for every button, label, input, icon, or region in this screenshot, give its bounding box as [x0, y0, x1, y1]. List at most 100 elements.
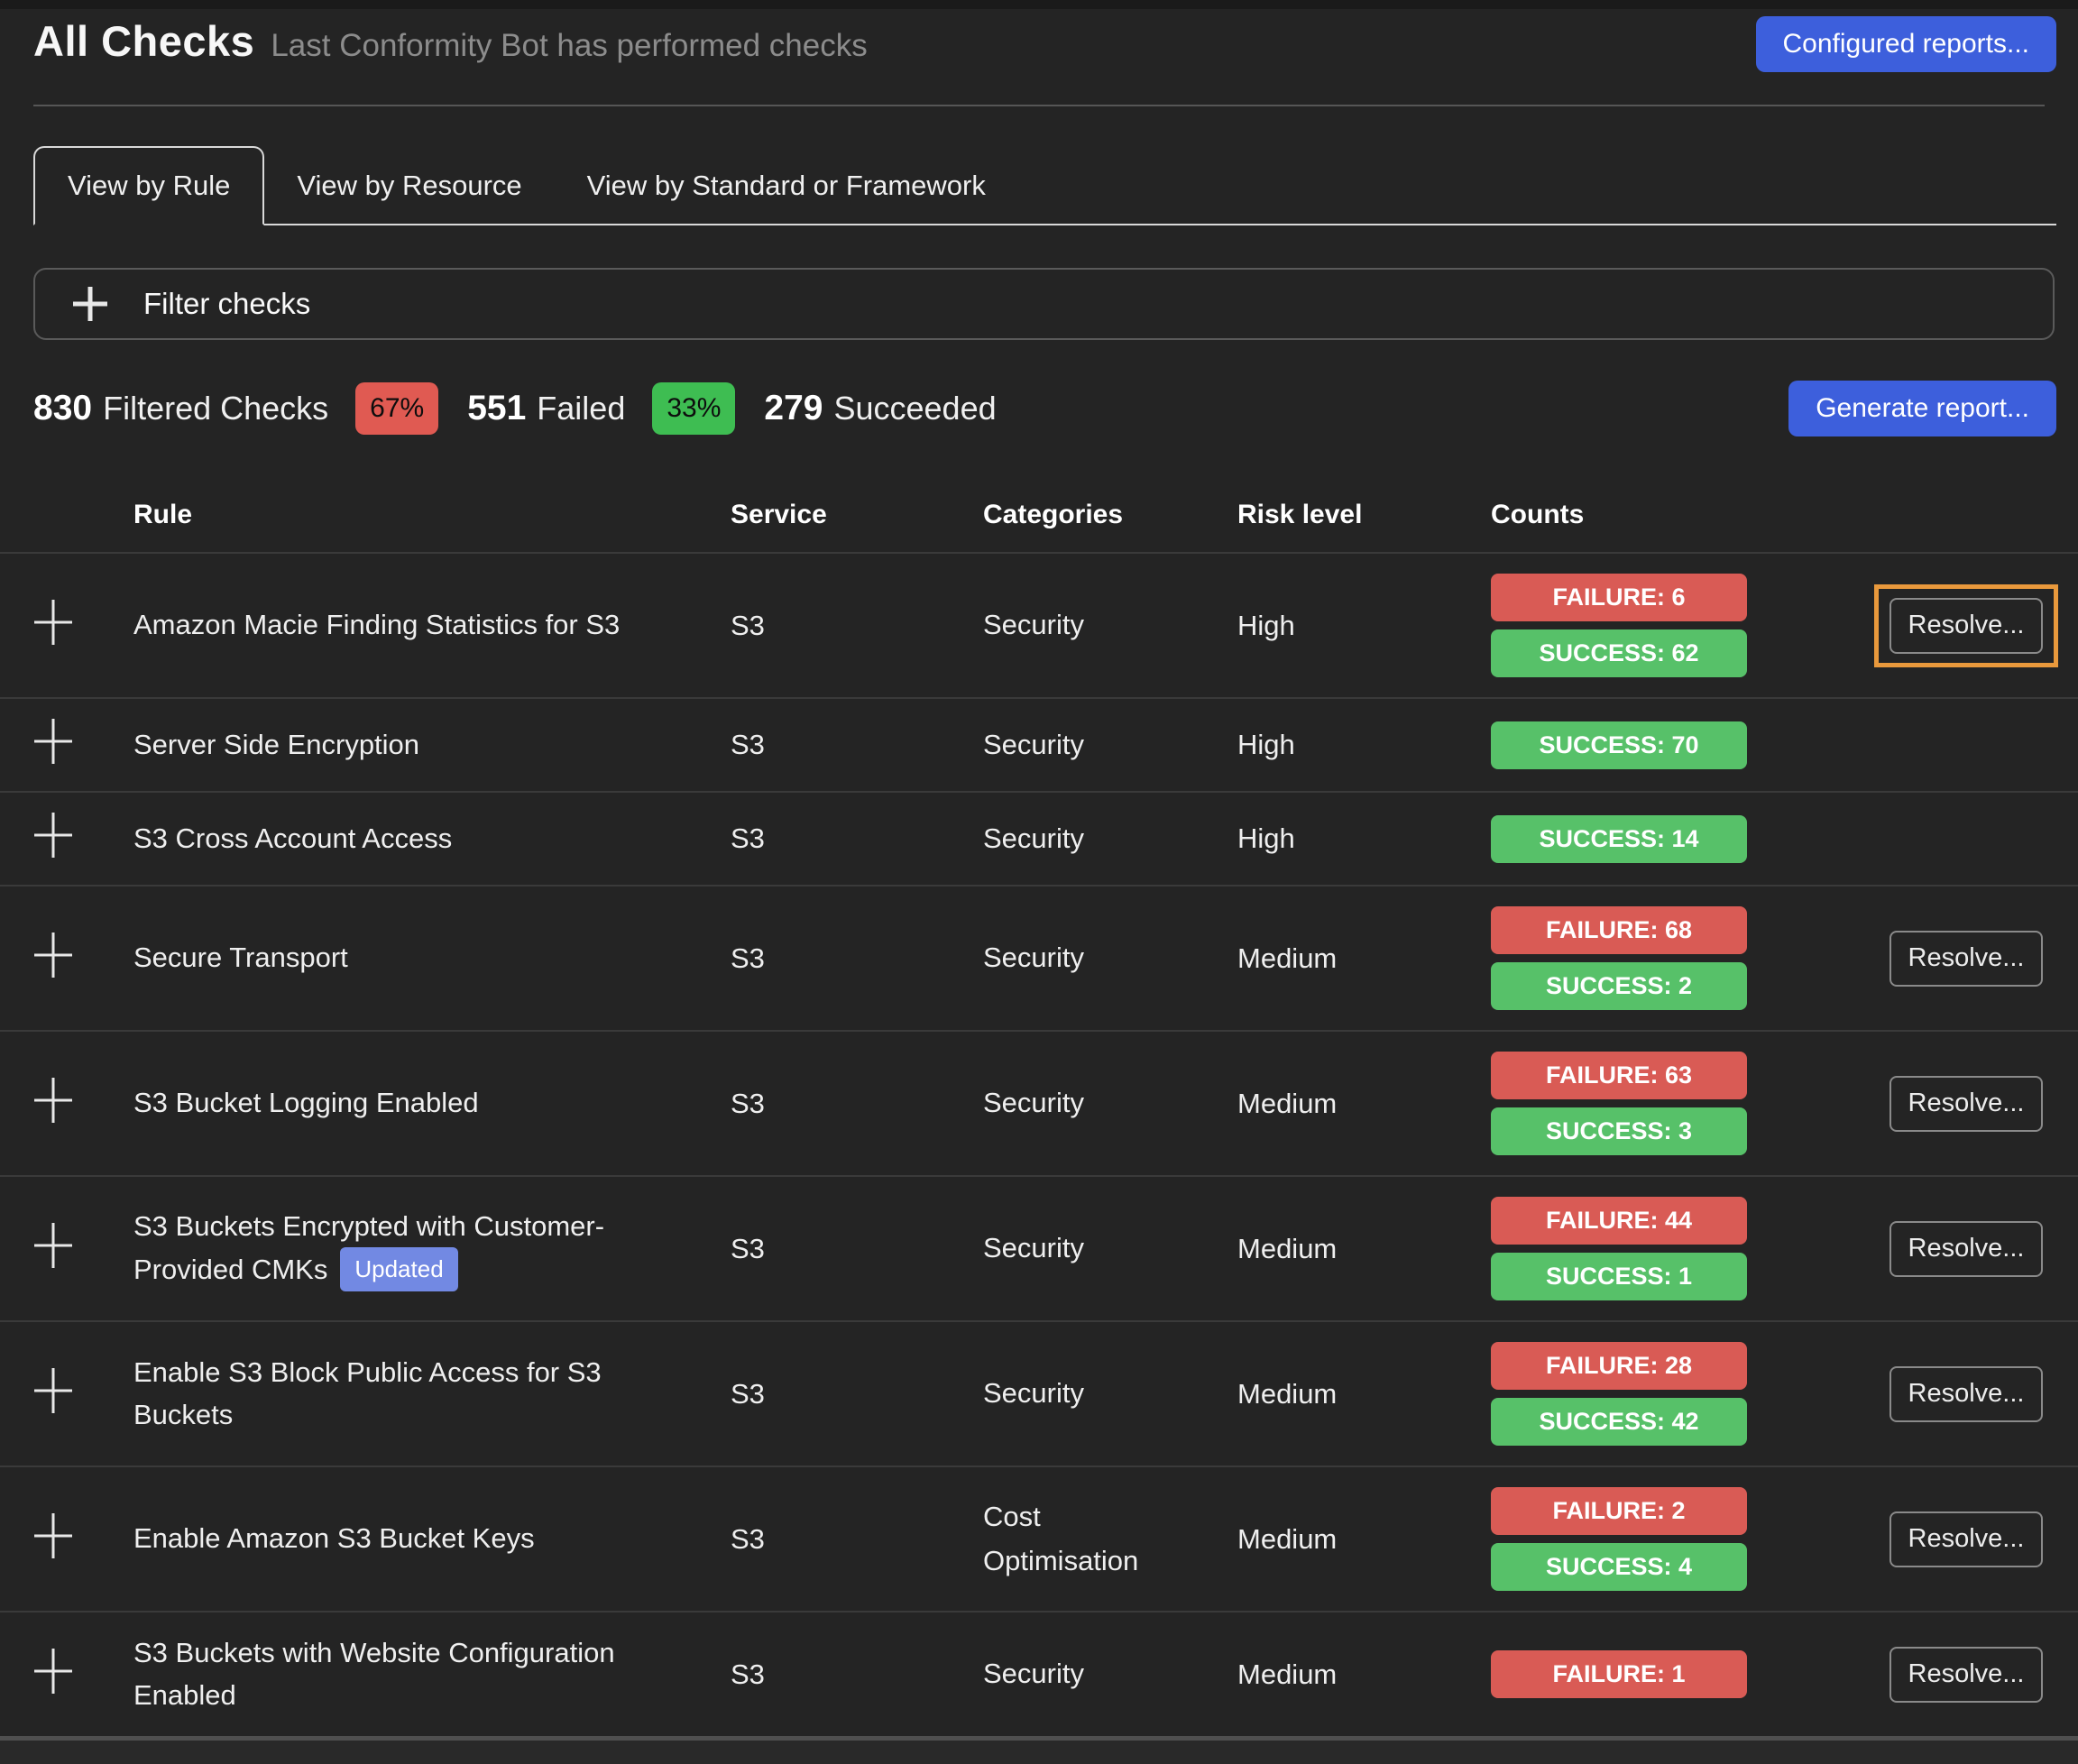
expand-row-icon[interactable]	[33, 1368, 73, 1413]
tab-view-by-resource[interactable]: View by Resource	[264, 148, 554, 224]
categories-value: Security	[983, 817, 1172, 860]
expand-row-icon[interactable]	[33, 813, 73, 858]
rule-name[interactable]: Amazon Macie Finding Statistics for S3	[133, 609, 620, 640]
success-count-badge: SUCCESS: 4	[1491, 1543, 1747, 1591]
counts-badges: FAILURE: 44SUCCESS: 1	[1491, 1197, 1874, 1300]
success-count-badge: SUCCESS: 70	[1491, 721, 1747, 769]
counts-badges: FAILURE: 6 SUCCESS: 62	[1491, 574, 1874, 677]
failure-count-badge: FAILURE: 6	[1491, 574, 1747, 621]
counts-badges: FAILURE: 2 SUCCESS: 4	[1491, 1487, 1874, 1591]
categories-value: Security	[983, 936, 1172, 979]
resolve-button[interactable]: Resolve...	[1890, 1076, 2043, 1132]
resolve-button[interactable]: Resolve...	[1890, 1221, 2043, 1277]
service-value: S3	[731, 942, 983, 975]
categories-value: Security	[983, 723, 1172, 767]
resolve-button[interactable]: Resolve...	[1890, 1366, 2043, 1422]
success-count-badge: SUCCESS: 2	[1491, 962, 1747, 1010]
expand-row-icon[interactable]	[33, 1223, 73, 1268]
risk-level-value: Medium	[1237, 1088, 1491, 1120]
failure-count-badge: FAILURE: 63	[1491, 1052, 1747, 1099]
risk-level-value: Medium	[1237, 1233, 1491, 1265]
column-header-categories: Categories	[983, 500, 1237, 530]
view-tabs: View by Rule View by Resource View by St…	[33, 146, 2056, 225]
bottom-area	[0, 1741, 2078, 1764]
success-count-badge: SUCCESS: 1	[1491, 1253, 1747, 1300]
rule-name[interactable]: Enable S3 Block Public Access for S3 Buc…	[133, 1356, 602, 1430]
generate-report-button[interactable]: Generate report...	[1788, 381, 2056, 436]
highlight-ring: Resolve...	[1885, 1362, 2047, 1427]
expand-row-icon[interactable]	[33, 1513, 73, 1558]
counts-badges: FAILURE: 1	[1491, 1650, 1874, 1698]
rule-name[interactable]: Server Side Encryption	[133, 729, 419, 760]
page-title: All Checks	[33, 16, 254, 66]
failure-count-badge: FAILURE: 1	[1491, 1650, 1747, 1698]
table-header-row: Rule Service Categories Risk level Count…	[0, 482, 2078, 554]
success-count-badge: SUCCESS: 62	[1491, 629, 1747, 677]
highlight-ring: Resolve...	[1885, 1642, 2047, 1707]
resolve-button[interactable]: Resolve...	[1890, 931, 2043, 987]
table-row: S3 Cross Account Access S3 Security High…	[0, 793, 2078, 887]
counts-badges: SUCCESS: 70	[1491, 721, 1874, 769]
filter-checks-label: Filter checks	[143, 287, 310, 321]
table-row: S3 Bucket Logging Enabled S3 Security Me…	[0, 1032, 2078, 1177]
table-row: Enable S3 Block Public Access for S3 Buc…	[0, 1322, 2078, 1467]
service-value: S3	[731, 1658, 983, 1691]
service-value: S3	[731, 610, 983, 642]
success-count-badge: SUCCESS: 14	[1491, 815, 1747, 863]
expand-row-icon[interactable]	[33, 1649, 73, 1694]
table-row: Secure Transport S3 Security Medium FAIL…	[0, 887, 2078, 1032]
risk-level-value: High	[1237, 822, 1491, 855]
rule-name[interactable]: Enable Amazon S3 Bucket Keys	[133, 1522, 535, 1554]
column-header-rule: Rule	[133, 500, 731, 530]
resolve-button[interactable]: Resolve...	[1890, 1647, 2043, 1703]
categories-value: Security	[983, 1652, 1172, 1695]
table-row: S3 Buckets Encrypted with Customer-Provi…	[0, 1177, 2078, 1322]
rule-name[interactable]: Secure Transport	[133, 942, 348, 973]
header-divider	[33, 105, 2045, 106]
resolve-button[interactable]: Resolve...	[1890, 1511, 2043, 1567]
risk-level-value: Medium	[1237, 1378, 1491, 1410]
failed-percentage-badge: 67%	[355, 382, 438, 435]
filter-checks-bar[interactable]: Filter checks	[33, 268, 2055, 340]
table-row: Amazon Macie Finding Statistics for S3 S…	[0, 554, 2078, 699]
failure-count-badge: FAILURE: 28	[1491, 1342, 1747, 1390]
categories-value: Security	[983, 1227, 1172, 1270]
failure-count-badge: FAILURE: 2	[1491, 1487, 1747, 1535]
categories-value: Security	[983, 1372, 1172, 1415]
highlight-ring: Resolve...	[1885, 1071, 2047, 1136]
failed-count: 551	[467, 389, 526, 428]
counts-badges: FAILURE: 68SUCCESS: 2	[1491, 906, 1874, 1010]
top-strip	[0, 0, 2078, 9]
page-header: All Checks Last Conformity Bot has perfo…	[0, 9, 2078, 72]
expand-row-icon[interactable]	[33, 933, 73, 978]
counts-badges: FAILURE: 28SUCCESS: 42	[1491, 1342, 1874, 1446]
service-value: S3	[731, 822, 983, 855]
column-header-risk-level: Risk level	[1237, 500, 1491, 530]
counts-badges: SUCCESS: 14	[1491, 815, 1874, 863]
rule-name[interactable]: S3 Bucket Logging Enabled	[133, 1087, 479, 1118]
succeeded-label: Succeeded	[833, 390, 996, 427]
risk-level-value: Medium	[1237, 1658, 1491, 1691]
risk-level-value: Medium	[1237, 942, 1491, 975]
counts-badges: FAILURE: 63SUCCESS: 3	[1491, 1052, 1874, 1155]
succeeded-percentage-badge: 33%	[652, 382, 735, 435]
service-value: S3	[731, 1378, 983, 1410]
filtered-checks-label: Filtered Checks	[103, 390, 328, 427]
tab-view-by-standard-or-framework[interactable]: View by Standard or Framework	[555, 148, 1018, 224]
column-header-counts: Counts	[1491, 500, 1874, 530]
categories-value: Security	[983, 603, 1172, 647]
table-body: Amazon Macie Finding Statistics for S3 S…	[0, 554, 2078, 1741]
risk-level-value: High	[1237, 729, 1491, 761]
rule-name[interactable]: S3 Cross Account Access	[133, 822, 452, 854]
configured-reports-button[interactable]: Configured reports...	[1756, 16, 2056, 72]
filtered-checks-count: 830	[33, 389, 92, 428]
rule-name[interactable]: S3 Buckets with Website Configuration En…	[133, 1637, 615, 1711]
expand-row-icon[interactable]	[33, 1078, 73, 1123]
tab-view-by-rule[interactable]: View by Rule	[33, 146, 264, 225]
expand-row-icon[interactable]	[33, 600, 73, 645]
categories-value: Security	[983, 1081, 1172, 1125]
table-row: Enable Amazon S3 Bucket Keys S3 Cost Opt…	[0, 1467, 2078, 1612]
highlight-ring: Resolve...	[1874, 584, 2058, 667]
expand-row-icon[interactable]	[33, 719, 73, 764]
resolve-button[interactable]: Resolve...	[1890, 598, 2043, 654]
